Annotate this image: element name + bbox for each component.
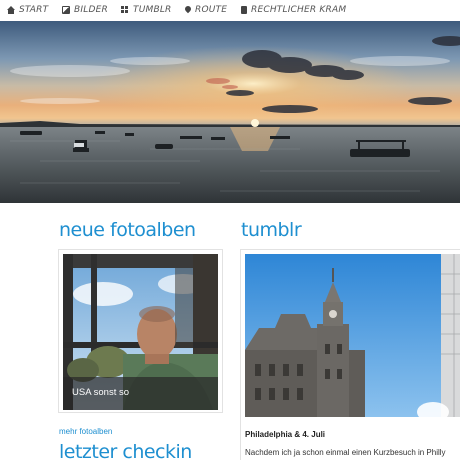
top-navigation: START BILDER TUMBLR ROUTE RECHTLICHER KR… [0,0,460,20]
nav-label-start: START [19,5,49,15]
tumblr-section-title: tumblr [241,219,302,241]
nav-label-bilder: BILDER [74,5,108,15]
more-albums-link[interactable]: mehr fotoalben [59,427,112,436]
nav-label-rechtlicher-kram: RECHTLICHER KRAM [251,5,347,15]
nav-item-bilder[interactable]: BILDER [62,3,108,17]
tumblr-post-card[interactable]: Philadelphia & 4. Juli Nachdem ich ja sc… [240,249,460,460]
book-icon [241,6,247,14]
nav-label-tumblr: TUMBLR [133,5,172,15]
image-icon [62,6,70,14]
album-cover-photo: USA sonst so [63,254,218,410]
nav-item-rechtlicher-kram[interactable]: RECHTLICHER KRAM [241,3,346,17]
tumblr-post-title[interactable]: Philadelphia & 4. Juli [245,430,325,439]
nav-item-start[interactable]: START [7,3,48,17]
home-icon [7,6,15,14]
nav-label-route: ROUTE [195,5,228,15]
tumblr-icon [121,6,129,14]
albums-section-title: neue fotoalben [59,219,196,241]
map-pin-icon [183,4,193,14]
checkin-section-title: letzter checkin [59,441,192,460]
nav-item-tumblr[interactable]: TUMBLR [121,3,172,17]
tumblr-post-excerpt: Nachdem ich ja schon einmal einen Kurzbe… [245,448,446,457]
nav-item-route[interactable]: ROUTE [183,3,228,17]
album-caption: USA sonst so [63,377,218,410]
hero-banner-image [0,21,460,203]
album-card[interactable]: USA sonst so [58,249,223,413]
tumblr-post-photo [245,254,460,417]
